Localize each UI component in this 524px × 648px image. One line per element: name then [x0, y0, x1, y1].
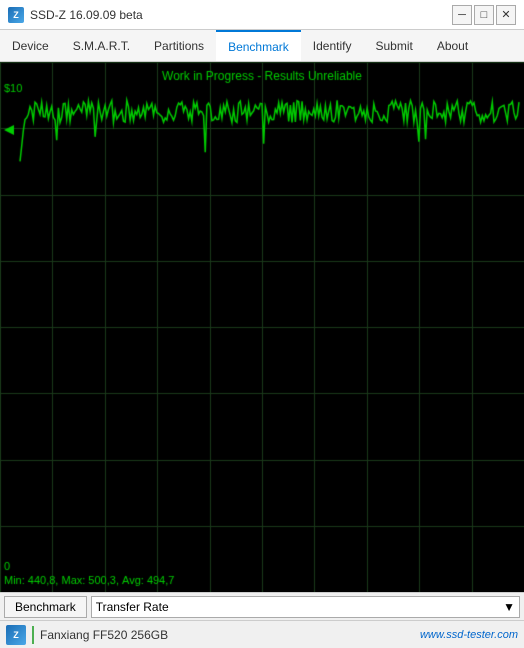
status-left: Z Fanxiang FF520 256GB	[6, 625, 168, 645]
chart-area	[0, 62, 524, 592]
bottom-bar: Benchmark Transfer Rate ▼	[0, 592, 524, 620]
benchmark-canvas	[0, 62, 524, 592]
benchmark-button[interactable]: Benchmark	[4, 596, 87, 618]
status-app-icon: Z	[6, 625, 26, 645]
menu-item-about[interactable]: About	[425, 30, 480, 61]
menu-item-partitions[interactable]: Partitions	[142, 30, 216, 61]
close-button[interactable]: ✕	[496, 5, 516, 25]
window-title: SSD-Z 16.09.09 beta	[30, 8, 143, 22]
window-controls: ─ □ ✕	[452, 5, 516, 25]
menu-item-identify[interactable]: Identify	[301, 30, 364, 61]
transfer-rate-dropdown[interactable]: Transfer Rate ▼	[91, 596, 520, 618]
dropdown-arrow-icon: ▼	[503, 600, 515, 614]
menu-item-submit[interactable]: Submit	[363, 30, 424, 61]
menu-bar: Device S.M.A.R.T. Partitions Benchmark I…	[0, 30, 524, 62]
title-bar: Z SSD-Z 16.09.09 beta ─ □ ✕	[0, 0, 524, 30]
minimize-button[interactable]: ─	[452, 5, 472, 25]
menu-item-benchmark[interactable]: Benchmark	[216, 30, 301, 61]
title-bar-left: Z SSD-Z 16.09.09 beta	[8, 7, 143, 23]
website-url: www.ssd-tester.com	[420, 629, 518, 641]
dropdown-label: Transfer Rate	[96, 600, 169, 614]
app-icon: Z	[8, 7, 24, 23]
status-separator	[32, 626, 34, 644]
menu-item-smart[interactable]: S.M.A.R.T.	[61, 30, 142, 61]
device-name: Fanxiang FF520 256GB	[40, 628, 168, 642]
maximize-button[interactable]: □	[474, 5, 494, 25]
menu-item-device[interactable]: Device	[0, 30, 61, 61]
